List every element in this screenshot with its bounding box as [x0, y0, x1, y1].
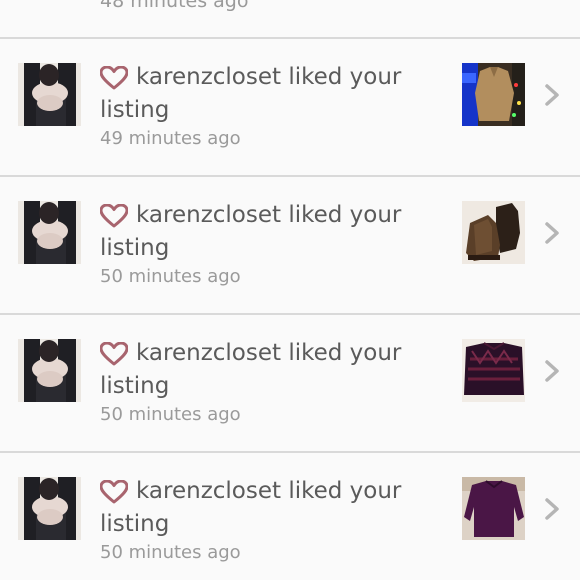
notification-message: karenzcloset liked your listing [100, 202, 402, 261]
chevron-right-icon[interactable] [543, 221, 561, 245]
notification-row[interactable]: karenzcloset liked your listing 50 minut… [0, 315, 580, 453]
notification-message: karenzcloset liked your listing [100, 64, 402, 123]
notification-message: karenzcloset liked your listing [100, 478, 402, 537]
avatar-image [18, 339, 81, 402]
user-avatar[interactable] [18, 63, 81, 126]
listing-image [462, 63, 525, 126]
notification-row-partial[interactable]: 48 minutes ago [0, 0, 580, 39]
user-avatar[interactable] [18, 201, 81, 264]
listing-thumbnail[interactable] [462, 201, 525, 264]
user-avatar[interactable] [18, 339, 81, 402]
timestamp: 50 minutes ago [100, 542, 241, 563]
listing-thumbnail[interactable] [462, 63, 525, 126]
notifications-feed: 48 minutes ago karenzcloset liked your l… [0, 0, 580, 580]
notification-row[interactable]: karenzcloset liked your listing 50 minut… [0, 453, 580, 580]
notification-row[interactable]: karenzcloset liked your listing 49 minut… [0, 39, 580, 177]
listing-image [462, 339, 525, 402]
listing-image [462, 477, 525, 540]
timestamp: 50 minutes ago [100, 266, 241, 287]
listing-thumbnail[interactable] [462, 339, 525, 402]
avatar-image [18, 477, 81, 540]
timestamp: 48 minutes ago [100, 0, 249, 12]
chevron-right-icon[interactable] [543, 83, 561, 107]
avatar-image [18, 63, 81, 126]
user-avatar[interactable] [18, 477, 81, 540]
notification-message: karenzcloset liked your listing [100, 340, 402, 399]
avatar-image [18, 201, 81, 264]
listing-thumbnail[interactable] [462, 477, 525, 540]
timestamp: 50 minutes ago [100, 404, 241, 425]
notification-row[interactable]: karenzcloset liked your listing 50 minut… [0, 177, 580, 315]
timestamp: 49 minutes ago [100, 128, 241, 149]
chevron-right-icon[interactable] [543, 497, 561, 521]
chevron-right-icon[interactable] [543, 359, 561, 383]
listing-image [462, 201, 525, 264]
